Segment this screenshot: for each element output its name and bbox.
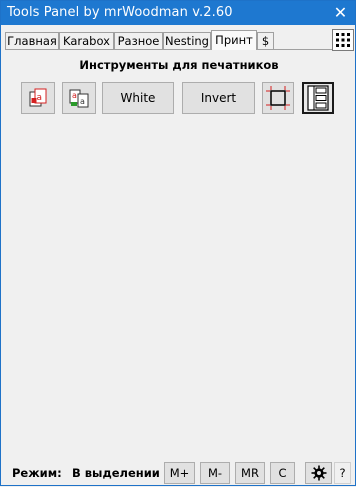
status-bar: Режим: В выделении M+ M- MR C ? (1, 459, 356, 487)
tab-dollar[interactable]: $ (257, 32, 274, 49)
crop-marks-icon (266, 86, 290, 110)
layout-button[interactable] (302, 82, 334, 114)
tab-print[interactable]: Принт (211, 30, 257, 50)
gear-icon (311, 465, 326, 481)
print-green-button[interactable]: a a (62, 82, 96, 114)
grid-menu-button[interactable] (332, 29, 354, 51)
tab-glavnaya[interactable]: Главная (5, 32, 59, 49)
window-title: Tools Panel by mrWoodman v.2.60 (7, 5, 233, 20)
settings-button[interactable] (305, 462, 332, 484)
title-bar[interactable]: Tools Panel by mrWoodman v.2.60 ✕ (1, 1, 355, 25)
mode-value: В выделении (72, 466, 160, 480)
print-red-icon: a (29, 88, 47, 107)
help-button[interactable]: ? (334, 462, 351, 484)
memory-minus-button[interactable]: M- (200, 462, 230, 484)
clear-button[interactable]: C (270, 462, 295, 484)
close-button[interactable]: ✕ (326, 1, 355, 25)
tab-nesting[interactable]: Nesting (163, 32, 211, 49)
memory-plus-button[interactable]: M+ (164, 462, 195, 484)
tab-strip: Главная Karabox Разное Nesting Принт $ (5, 30, 279, 50)
print-green-icon: a a (69, 89, 89, 108)
svg-text:a: a (72, 91, 77, 100)
tab-raznoe[interactable]: Разное (114, 32, 163, 49)
mode-label: Режим: (12, 466, 62, 480)
print-red-button[interactable]: a (21, 82, 55, 114)
tab-karabox[interactable]: Karabox (59, 32, 114, 49)
memory-recall-button[interactable]: MR (235, 462, 265, 484)
app-window: Tools Panel by mrWoodman v.2.60 ✕ Главна… (0, 0, 356, 486)
invert-button[interactable]: Invert (182, 82, 255, 114)
grid-icon (336, 33, 350, 47)
svg-text:a: a (37, 93, 43, 103)
crop-marks-button[interactable] (262, 82, 294, 114)
tab-divider (5, 49, 351, 50)
panel-title: Инструменты для печатников (79, 58, 279, 72)
svg-text:a: a (80, 97, 85, 106)
white-button[interactable]: White (102, 82, 174, 114)
layout-icon (307, 85, 329, 111)
